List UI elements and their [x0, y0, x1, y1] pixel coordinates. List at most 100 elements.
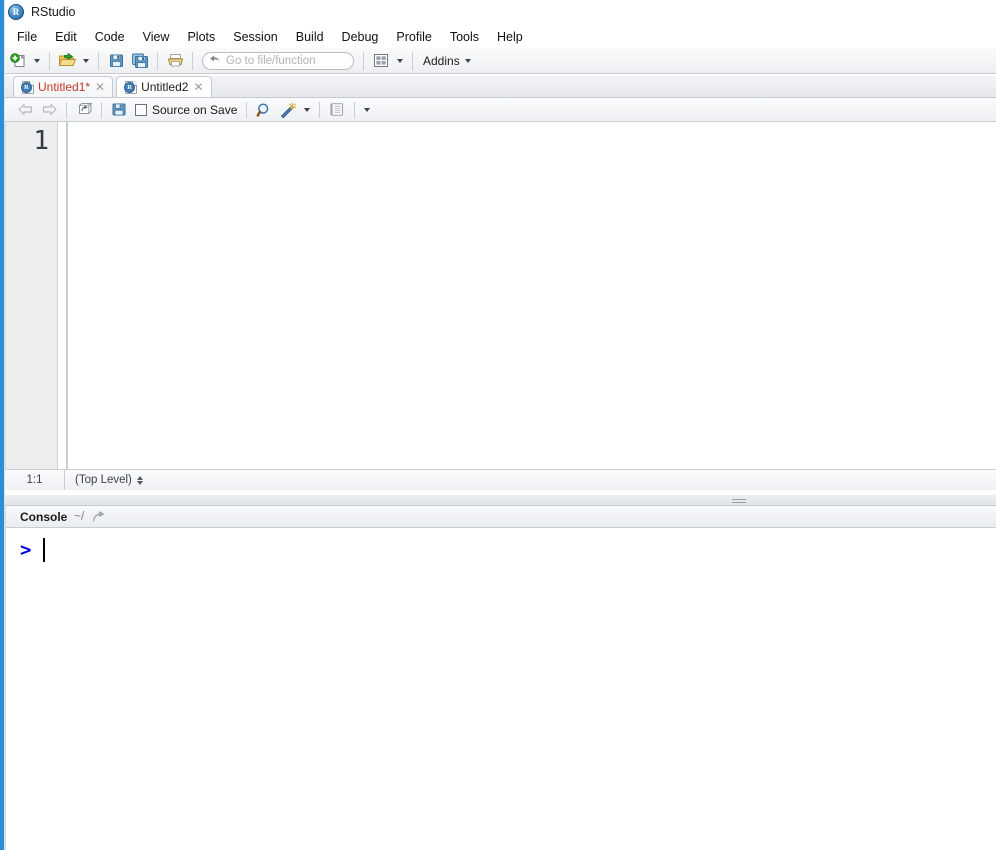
resize-grip-icon — [732, 499, 746, 504]
addins-dropdown-icon[interactable] — [464, 58, 471, 63]
open-file-button[interactable] — [56, 50, 78, 72]
menu-item-build[interactable]: Build — [287, 28, 333, 46]
line-number-gutter: 1 — [6, 122, 58, 469]
arrow-left-icon — [17, 103, 32, 116]
notebook-icon — [330, 103, 344, 116]
popout-window-icon — [78, 102, 92, 114]
toolbar-separator — [98, 51, 99, 70]
menu-item-debug[interactable]: Debug — [333, 28, 388, 46]
menu-item-code[interactable]: Code — [86, 28, 134, 46]
console-output-area[interactable]: > — [6, 528, 996, 849]
menu-item-profile[interactable]: Profile — [387, 28, 440, 46]
editor-save-button[interactable] — [109, 100, 129, 120]
console-pane: Console ~/ > — [5, 506, 996, 850]
console-text-caret — [43, 538, 46, 562]
goto-file-placeholder: Go to file/function — [226, 54, 316, 67]
navigate-back-button[interactable] — [15, 100, 35, 120]
menu-item-edit[interactable]: Edit — [46, 28, 86, 46]
editor-status-bar: 1:1 (Top Level) — [5, 469, 996, 490]
source-pane: Untitled1* ✕ Untitled2 ✕ — [5, 76, 996, 494]
menu-bar: File Edit Code View Plots Session Build … — [0, 26, 996, 48]
r-script-icon — [21, 80, 34, 94]
goto-file-function-input[interactable]: Go to file/function — [202, 51, 354, 70]
toolbar-separator — [412, 51, 413, 70]
workspace-panes-button[interactable] — [370, 50, 392, 72]
magic-wand-icon — [281, 102, 297, 118]
find-replace-button[interactable] — [254, 100, 274, 120]
menu-item-view[interactable]: View — [134, 28, 179, 46]
editor-toolbar-separator — [354, 101, 356, 118]
new-document-icon — [9, 53, 25, 67]
goto-arrow-icon — [210, 55, 220, 61]
console-working-directory[interactable]: ~/ — [74, 511, 84, 523]
toolbar-separator — [192, 51, 193, 70]
source-tab-bar: Untitled1* ✕ Untitled2 ✕ — [5, 76, 996, 98]
editor-toolbar-separator — [66, 101, 67, 118]
source-on-save-label: Source on Save — [152, 102, 238, 117]
workspace-panes-dropdown-icon[interactable] — [397, 58, 403, 63]
toolbar-separator — [363, 51, 364, 70]
editor-body: 1 — [5, 122, 996, 469]
console-header: Console ~/ — [6, 506, 996, 528]
code-scope-label: (Top Level) — [75, 474, 132, 486]
print-button[interactable] — [164, 50, 186, 72]
open-folder-icon — [58, 52, 76, 66]
printer-icon — [167, 54, 183, 67]
arrow-right-icon — [42, 103, 57, 116]
source-tab-label: Untitled2 — [141, 80, 189, 94]
close-icon[interactable]: ✕ — [193, 81, 203, 93]
toolbar-separator — [157, 51, 158, 70]
pane-splitter[interactable] — [5, 494, 996, 506]
window-left-border — [4, 0, 5, 850]
menu-item-help[interactable]: Help — [488, 28, 532, 46]
save-all-button[interactable] — [129, 50, 151, 72]
save-button[interactable] — [105, 50, 127, 72]
save-all-icon — [131, 53, 148, 68]
menu-item-tools[interactable]: Tools — [441, 28, 488, 46]
console-prompt-row: > — [20, 538, 996, 562]
pane-layout-icon — [374, 54, 388, 67]
menu-item-plots[interactable]: Plots — [178, 28, 224, 46]
save-floppy-icon — [112, 103, 126, 116]
checkbox-unchecked-icon — [135, 103, 147, 116]
source-tab-untitled1[interactable]: Untitled1* ✕ — [13, 76, 114, 97]
line-number: 1 — [33, 126, 49, 156]
editor-toolbar: Source on Save — [5, 98, 996, 122]
code-scope-selector[interactable]: (Top Level) — [65, 470, 153, 490]
addins-button[interactable]: Addins — [419, 50, 460, 72]
code-editor-text-area[interactable] — [68, 122, 996, 469]
cursor-position-indicator: 1:1 — [5, 470, 65, 490]
show-in-new-window-button[interactable] — [74, 100, 94, 120]
rstudio-logo-icon: R — [8, 4, 24, 20]
navigate-forward-button[interactable] — [39, 100, 59, 120]
menu-item-session[interactable]: Session — [224, 28, 286, 46]
new-file-dropdown-icon[interactable] — [34, 58, 40, 63]
source-dropdown-icon[interactable] — [364, 107, 371, 112]
editor-toolbar-separator — [101, 101, 102, 118]
menu-item-file[interactable]: File — [8, 28, 46, 46]
main-toolbar: Go to file/function Addins — [0, 48, 996, 74]
editor-toolbar-separator — [246, 101, 248, 118]
rstudio-window: R RStudio File Edit Code View Plots Sess… — [0, 0, 996, 850]
toolbar-separator — [49, 51, 50, 70]
editor-toolbar-separator — [319, 101, 321, 118]
console-title: Console — [20, 509, 68, 524]
save-floppy-icon — [109, 54, 123, 67]
console-prompt-symbol: > — [20, 539, 32, 561]
new-file-button[interactable] — [7, 50, 29, 72]
popout-arrow-icon — [93, 510, 105, 522]
open-file-dropdown-icon[interactable] — [83, 58, 89, 63]
window-title: RStudio — [31, 5, 76, 19]
addins-label: Addins — [423, 53, 460, 68]
compile-report-button[interactable] — [327, 100, 347, 120]
close-icon[interactable]: ✕ — [95, 81, 105, 93]
source-on-save-toggle[interactable]: Source on Save — [133, 100, 239, 120]
console-popout-button[interactable] — [92, 510, 106, 523]
magnifier-icon — [256, 102, 269, 117]
source-tab-untitled2[interactable]: Untitled2 ✕ — [116, 76, 212, 97]
updown-spinner-icon — [136, 475, 143, 485]
title-bar: R RStudio — [0, 0, 996, 24]
code-tools-dropdown-icon[interactable] — [304, 107, 311, 112]
code-fold-margin[interactable] — [58, 122, 68, 469]
code-tools-button[interactable] — [278, 100, 298, 120]
